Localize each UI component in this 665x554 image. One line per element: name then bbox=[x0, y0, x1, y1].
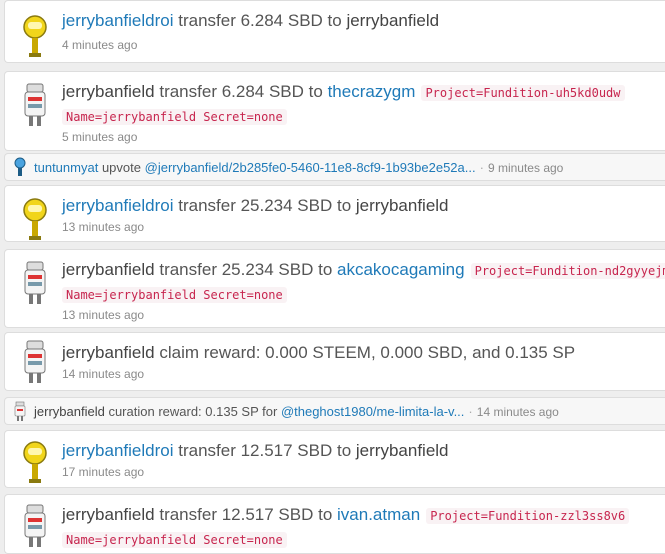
white-robot-icon[interactable] bbox=[19, 339, 51, 387]
yellow-robot-icon[interactable] bbox=[19, 11, 51, 59]
memo-text: Name=jerrybanfield Secret=none bbox=[62, 109, 287, 125]
activity-feed: jerrybanfieldroi transfer 6.284 SBD to j… bbox=[0, 0, 665, 554]
from-user-link[interactable]: jerrybanfieldroi bbox=[62, 196, 174, 215]
action-text: transfer 12.517 SBD to bbox=[178, 441, 352, 460]
timestamp: 14 minutes ago bbox=[476, 405, 559, 419]
memo-text: Name=jerrybanfield Secret=none bbox=[62, 287, 287, 303]
action-text: upvote bbox=[101, 160, 141, 175]
claimer-user[interactable]: jerrybanfield bbox=[62, 343, 155, 362]
action-text: curation reward: 0.135 SP for bbox=[108, 404, 278, 419]
white-robot-icon[interactable] bbox=[19, 260, 51, 308]
action-text: claim reward: 0.000 STEEM, 0.000 SBD, an… bbox=[159, 343, 576, 362]
from-user[interactable]: jerrybanfield bbox=[62, 505, 155, 524]
to-user-link[interactable]: thecrazygm bbox=[328, 82, 416, 101]
activity-item: tuntunmyat upvote @jerrybanfield/2b285fe… bbox=[4, 153, 665, 181]
activity-item: jerrybanfield transfer 6.284 SBD to thec… bbox=[4, 71, 665, 151]
timestamp: 13 minutes ago bbox=[62, 220, 145, 234]
timestamp: 14 minutes ago bbox=[62, 367, 145, 381]
to-user[interactable]: jerrybanfield bbox=[356, 196, 449, 215]
separator: · bbox=[468, 404, 473, 419]
voter-link[interactable]: tuntunmyat bbox=[34, 160, 98, 175]
action-text: transfer 6.284 SBD to bbox=[178, 11, 342, 30]
to-user[interactable]: jerrybanfield bbox=[356, 441, 449, 460]
to-user-link[interactable]: ivan.atman bbox=[337, 505, 420, 524]
activity-item: jerrybanfield claim reward: 0.000 STEEM,… bbox=[4, 332, 665, 391]
timestamp: 13 minutes ago bbox=[62, 308, 145, 322]
activity-item: jerrybanfield curation reward: 0.135 SP … bbox=[4, 397, 665, 425]
memo-text: Name=jerrybanfield Secret=none bbox=[62, 532, 287, 548]
activity-item: jerrybanfield transfer 12.517 SBD to iva… bbox=[4, 494, 665, 554]
timestamp: 5 minutes ago bbox=[62, 130, 138, 144]
memo-text: Project=Fundition-zzl3ss8v6 bbox=[426, 508, 630, 524]
white-robot-icon[interactable] bbox=[19, 503, 51, 551]
from-user[interactable]: jerrybanfield bbox=[62, 260, 155, 279]
timestamp: 4 minutes ago bbox=[62, 38, 138, 52]
from-user-link[interactable]: jerrybanfieldroi bbox=[62, 441, 174, 460]
from-user-link[interactable]: jerrybanfieldroi bbox=[62, 11, 174, 30]
white-robot-icon[interactable] bbox=[13, 401, 27, 423]
action-text: transfer 12.517 SBD to bbox=[159, 505, 333, 524]
from-user[interactable]: jerrybanfield bbox=[62, 82, 155, 101]
action-text: transfer 6.284 SBD to bbox=[159, 82, 323, 101]
blue-robot-icon[interactable] bbox=[13, 157, 27, 179]
activity-item: jerrybanfieldroi transfer 12.517 SBD to … bbox=[4, 430, 665, 488]
to-user[interactable]: jerrybanfield bbox=[346, 11, 439, 30]
memo-text: Project=Fundition-nd2gyyejm bbox=[470, 263, 665, 279]
post-link[interactable]: @theghost1980/me-limita-la-v... bbox=[281, 404, 464, 419]
separator: · bbox=[479, 160, 484, 175]
memo-text: Project=Fundition-uh5kd0udw bbox=[421, 85, 625, 101]
white-robot-icon[interactable] bbox=[19, 82, 51, 130]
activity-item: jerrybanfield transfer 25.234 SBD to akc… bbox=[4, 249, 665, 328]
post-link[interactable]: @jerrybanfield/2b285fe0-5460-11e8-8cf9-1… bbox=[145, 160, 476, 175]
action-text: transfer 25.234 SBD to bbox=[159, 260, 333, 279]
to-user-link[interactable]: akcakocagaming bbox=[337, 260, 465, 279]
curator-user[interactable]: jerrybanfield bbox=[34, 404, 105, 419]
activity-item: jerrybanfieldroi transfer 6.284 SBD to j… bbox=[4, 0, 665, 63]
activity-item: jerrybanfieldroi transfer 25.234 SBD to … bbox=[4, 185, 665, 242]
yellow-robot-icon[interactable] bbox=[19, 437, 51, 485]
action-text: transfer 25.234 SBD to bbox=[178, 196, 352, 215]
timestamp: 9 minutes ago bbox=[487, 161, 564, 175]
yellow-robot-icon[interactable] bbox=[19, 194, 51, 242]
timestamp: 17 minutes ago bbox=[62, 465, 145, 479]
